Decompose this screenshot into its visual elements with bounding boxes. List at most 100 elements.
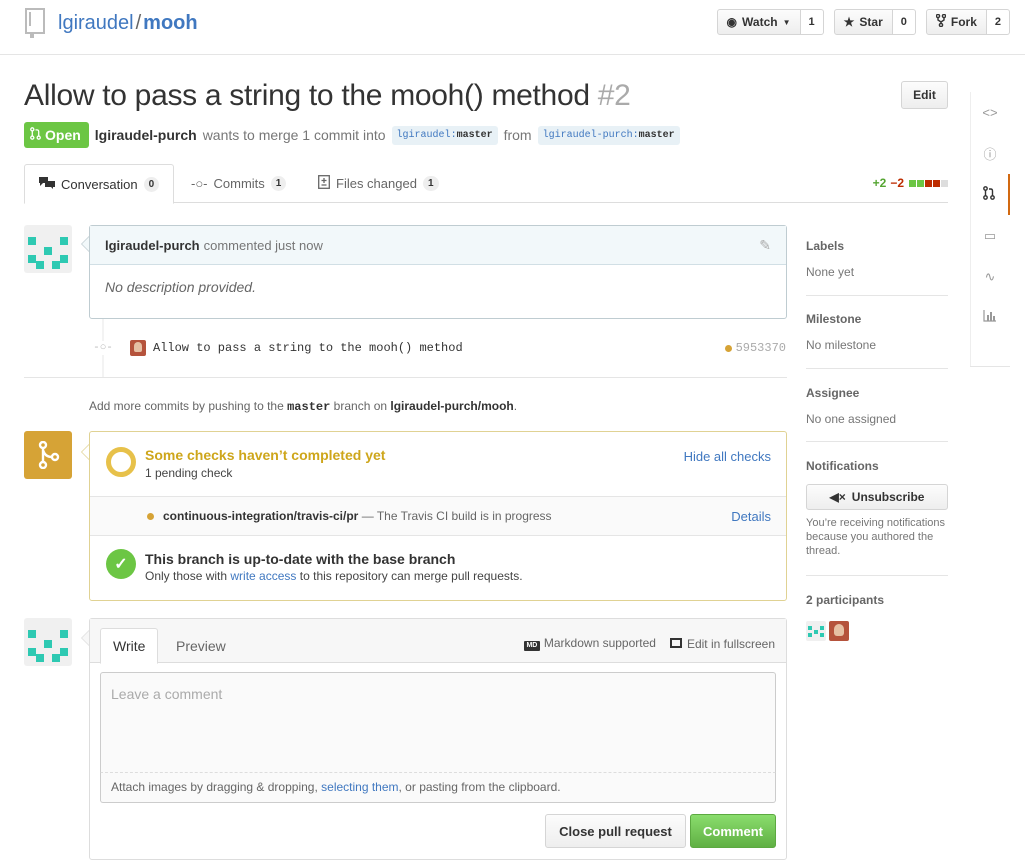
pencil-icon[interactable]: ✎ [759, 237, 771, 254]
wiki-nav-item[interactable]: ▭ [970, 215, 1010, 256]
head-branch-ref[interactable]: lgiraudel-purch:master [537, 125, 680, 145]
close-pr-button[interactable]: Close pull request [545, 814, 686, 848]
sidebar-assignee[interactable]: Assignee No one assigned [806, 386, 948, 426]
star-button[interactable]: ★ Star [833, 9, 893, 35]
new-comment-arrow-fill [82, 631, 89, 645]
mute-icon: ◀× [829, 490, 846, 504]
checks-summary: Some checks haven’t completed yet 1 pend… [90, 432, 786, 497]
merge-box: Some checks haven’t completed yet 1 pend… [89, 431, 787, 601]
sidebar-heading: Labels [806, 239, 845, 253]
pr-meta: Open lgiraudel-purch wants to merge 1 co… [24, 122, 680, 148]
comment-header: lgiraudel-purch commented just now ✎ [90, 226, 786, 265]
tab-counter: 0 [143, 176, 160, 192]
fork-group: Fork 2 [925, 9, 1010, 35]
repo-header: lgiraudel / mooh [24, 8, 198, 38]
repo-actions: ◉ Watch ▼ 1 ★ Star 0 Fork 2 [716, 9, 1010, 35]
sidebar-notifications: Notifications [806, 459, 948, 473]
comment-textarea[interactable]: Leave a comment [100, 672, 776, 772]
pr-author-link[interactable]: lgiraudel-purch [95, 127, 197, 143]
issues-icon: ⓘ [983, 147, 997, 162]
sidebar-value: None yet [806, 265, 855, 279]
issues-nav-item[interactable]: ⓘ [970, 133, 1010, 174]
code-icon: <> [982, 105, 998, 120]
repo-title: lgiraudel / mooh [58, 12, 198, 35]
sidebar-heading: 2 participants [806, 593, 885, 607]
markdown-icon: MD [523, 641, 540, 651]
sidebar-value: No milestone [806, 338, 877, 352]
caret-down-icon: ▼ [782, 17, 791, 27]
git-commit-icon: -○- [93, 341, 113, 355]
comment-arrow-fill [82, 237, 89, 251]
write-access-link[interactable]: write access [230, 569, 296, 583]
avatar[interactable] [24, 618, 72, 666]
branch-status-title: This branch is up-to-date with the base … [145, 551, 456, 567]
git-commit-icon: -○- [191, 176, 208, 191]
pull-requests-nav-item[interactable] [970, 174, 1010, 215]
tab-commits[interactable]: -○- Commits 1 [177, 164, 300, 203]
star-count[interactable]: 0 [892, 9, 916, 35]
tab-files-changed[interactable]: Files changed 1 [304, 164, 453, 203]
commit-sha[interactable]: 5953370 [724, 341, 786, 355]
avatar[interactable] [829, 621, 849, 641]
repo-nav: <> ⓘ ▭ ∿ [970, 92, 1010, 338]
merge-text: wants to merge 1 commit into [202, 127, 386, 143]
fork-icon [935, 13, 947, 30]
avatar[interactable] [806, 621, 826, 641]
hide-checks-link[interactable]: Hide all checks [684, 449, 771, 464]
tab-preview[interactable]: Preview [164, 628, 238, 664]
merge-icon-box [24, 431, 72, 479]
tab-write[interactable]: Write [100, 628, 159, 664]
edit-button[interactable]: Edit [901, 81, 948, 109]
diff-deletions: −2 [890, 176, 904, 190]
comment: lgiraudel-purch commented just now ✎ No … [89, 225, 787, 319]
select-files-link[interactable]: selecting them [321, 780, 398, 794]
graphs-nav-item[interactable] [970, 297, 1010, 338]
avatar[interactable] [24, 225, 72, 273]
tab-counter: 1 [422, 176, 439, 191]
comment-button[interactable]: Comment [690, 814, 776, 848]
pulse-nav-item[interactable]: ∿ [970, 256, 1010, 297]
fork-button[interactable]: Fork [925, 9, 987, 35]
sidebar-heading: Milestone [806, 312, 862, 326]
new-comment-header: Write Preview MD Markdown supported Edit … [90, 619, 786, 664]
page-title: Allow to pass a string to the mooh() met… [24, 79, 631, 113]
timeline-divider [24, 377, 787, 378]
watch-count[interactable]: 1 [800, 9, 824, 35]
merge-arrow-fill [82, 445, 89, 459]
base-branch-ref[interactable]: lgiraudel:master [391, 125, 498, 145]
file-diff-icon [318, 175, 330, 192]
graphs-icon [983, 310, 997, 325]
markdown-link[interactable]: MD Markdown supported [523, 636, 656, 651]
git-merge-icon [38, 440, 60, 472]
notifications-note: You’re receiving notifications because y… [806, 517, 946, 557]
branch-status-note: Only those with write access to this rep… [145, 569, 523, 583]
avatar[interactable] [130, 340, 146, 356]
star-icon: ★ [843, 15, 855, 29]
comment-body: No description provided. [105, 279, 256, 295]
fullscreen-link[interactable]: Edit in fullscreen [669, 637, 775, 651]
check-icon: ✓ [106, 549, 136, 579]
repo-nav-divider [970, 366, 1010, 367]
push-hint: Add more commits by pushing to the maste… [89, 399, 518, 414]
sidebar-heading: Assignee [806, 386, 860, 400]
comment-discussion-icon [39, 176, 55, 192]
fork-count[interactable]: 2 [986, 9, 1010, 35]
watch-button[interactable]: ◉ Watch ▼ [716, 9, 801, 35]
tab-conversation[interactable]: Conversation 0 [24, 164, 175, 204]
from-text: from [503, 127, 532, 143]
sidebar-divider [806, 441, 948, 442]
pending-status-icon [724, 344, 732, 352]
sidebar-heading: Notifications [806, 459, 879, 473]
commit-message-link[interactable]: Allow to pass a string to the mooh() met… [153, 341, 463, 355]
repo-owner-link[interactable]: lgiraudel [58, 12, 134, 34]
sidebar-value: No one assigned [806, 412, 897, 426]
comment-author[interactable]: lgiraudel-purch [105, 238, 200, 253]
unsubscribe-button[interactable]: ◀× Unsubscribe [806, 484, 948, 510]
repo-name-link[interactable]: mooh [143, 12, 197, 34]
star-group: ★ Star 0 [833, 9, 916, 35]
code-nav-item[interactable]: <> [970, 92, 1010, 133]
eye-icon: ◉ [726, 15, 738, 29]
check-details-link[interactable]: Details [731, 509, 771, 524]
sidebar-milestone[interactable]: Milestone No milestone [806, 312, 948, 352]
sidebar-labels[interactable]: Labels None yet [806, 239, 948, 279]
